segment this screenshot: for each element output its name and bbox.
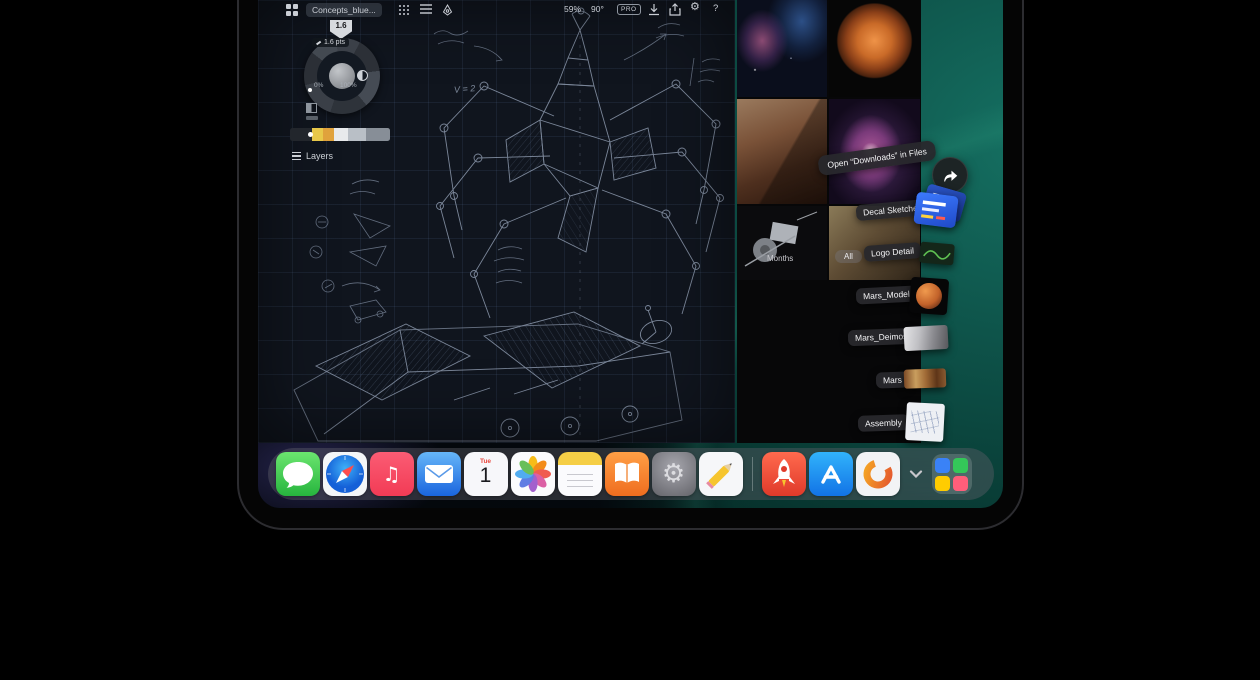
handwritten-annotation: V = 2 [454,83,476,95]
swatch-gray[interactable] [366,128,390,141]
tool-wheel-marker [308,88,312,92]
calendar-day: 1 [464,464,508,488]
dock-icon-concepts[interactable] [856,452,900,496]
swatch-white[interactable] [334,128,348,141]
page-background: Concepts_blue... 59% 90° PRO [0,0,1260,680]
logo-detail-thumbnail[interactable] [919,242,955,266]
ipad-device: Concepts_blue... 59% 90° PRO [237,0,1024,530]
logo-squiggle [919,242,955,266]
photos-flower-icon [511,452,555,496]
export-share-icon[interactable] [669,3,681,16]
dock-icon-mail[interactable] [417,452,461,496]
opacity-min-label: 0% [314,82,323,89]
rocket-icon [762,452,806,496]
app-library-tile-green [953,458,968,473]
dock-icon-settings[interactable]: ⚙ [652,452,696,496]
dock-icon-music[interactable]: ♫ [370,452,414,496]
photos-tab-all[interactable]: All [835,250,862,263]
layers-label: Layers [306,151,333,161]
spacecraft-image [737,206,827,280]
concepts-app-window: Concepts_blue... 59% 90° PRO [258,0,735,443]
dock-icon-sketch-app[interactable] [699,452,743,496]
contrast-toggle-icon[interactable] [357,70,368,81]
photo-thumbnail-mars[interactable] [829,0,920,97]
dock-divider [752,457,753,491]
swatch-yellow[interactable] [312,128,323,141]
dock-icon-rocket-app[interactable] [762,452,806,496]
ipad-screen: Concepts_blue... 59% 90° PRO [258,0,1003,508]
dock-icon-calendar[interactable]: Tue 1 [464,452,508,496]
decal-sticker-thumbnail[interactable] [913,192,959,229]
settings-gear-icon: ⚙ [652,452,696,496]
dock-icon-books[interactable] [605,452,649,496]
books-open-book-icon [605,452,649,496]
app-library-tile-blue [935,458,950,473]
dock-icon-app-store[interactable] [809,452,853,496]
photos-tab-months[interactable]: Months [767,254,793,263]
photo-thumbnail-desert[interactable] [737,99,827,204]
dock-icon-safari[interactable] [323,452,367,496]
forward-arrow-icon [941,167,959,183]
drag-item-label-assembly[interactable]: Assembly [858,414,909,432]
zoom-level[interactable]: 59% [564,4,581,14]
swatch-lightgray[interactable] [348,128,366,141]
mail-envelope-icon [417,452,461,496]
app-library-tile-yellow [935,476,950,491]
color-selection-dot [308,132,313,137]
drag-item-label-mars-model[interactable]: Mars_Model [856,285,918,304]
pen-tool-icon[interactable] [442,4,453,16]
dock-collapse-chevron[interactable] [903,452,929,496]
dock-icon-messages[interactable] [276,452,320,496]
messages-bubble-icon [276,452,320,496]
app-library-tile-pink [953,476,968,491]
opacity-max-label: 100% [340,82,357,89]
mars-thumbnail[interactable] [904,368,947,388]
workspace-grid-icon[interactable] [286,4,298,16]
photo-thumbnail-spacecraft[interactable] [737,206,827,280]
menu-list-icon[interactable] [420,4,432,14]
music-note-icon: ♫ [370,452,414,496]
mars-model-thumbnail[interactable] [909,277,949,316]
app-store-a-icon [809,452,853,496]
document-title[interactable]: Concepts_blue... [306,3,382,17]
nib-dash-icon [316,40,321,44]
pencil-icon [699,452,743,496]
layers-panel-toggle[interactable]: Layers [292,151,333,161]
ratio-indicator [306,116,318,120]
help-icon[interactable]: ? [713,3,718,14]
dock-icon-notes[interactable] [558,452,602,496]
chevron-down-icon [909,470,923,478]
stroke-size-label: 1.6 pts [312,38,349,47]
settings-gear-icon[interactable]: ⚙ [690,0,700,13]
assembly-thumbnail[interactable] [905,402,945,442]
dock: ♫ Tue 1 [268,448,994,500]
fill-mode-icon[interactable] [306,103,317,113]
concepts-ring-icon [856,452,900,496]
color-swatch-bar[interactable] [290,128,390,141]
safari-compass-icon [323,452,367,496]
mars-deimos-thumbnail[interactable] [903,325,948,351]
dock-app-library-button[interactable] [932,454,972,494]
grid-settings-icon[interactable] [398,4,410,16]
photo-thumbnail-nebula[interactable] [737,0,827,97]
stroke-width-flag: 1.6 [330,20,352,39]
dock-icon-photos[interactable] [511,452,555,496]
import-icon[interactable] [648,3,660,16]
layers-icon [292,152,301,160]
pro-badge[interactable]: PRO [617,4,641,15]
canvas-rotation[interactable]: 90° [591,4,604,14]
swatch-orange[interactable] [323,128,334,141]
